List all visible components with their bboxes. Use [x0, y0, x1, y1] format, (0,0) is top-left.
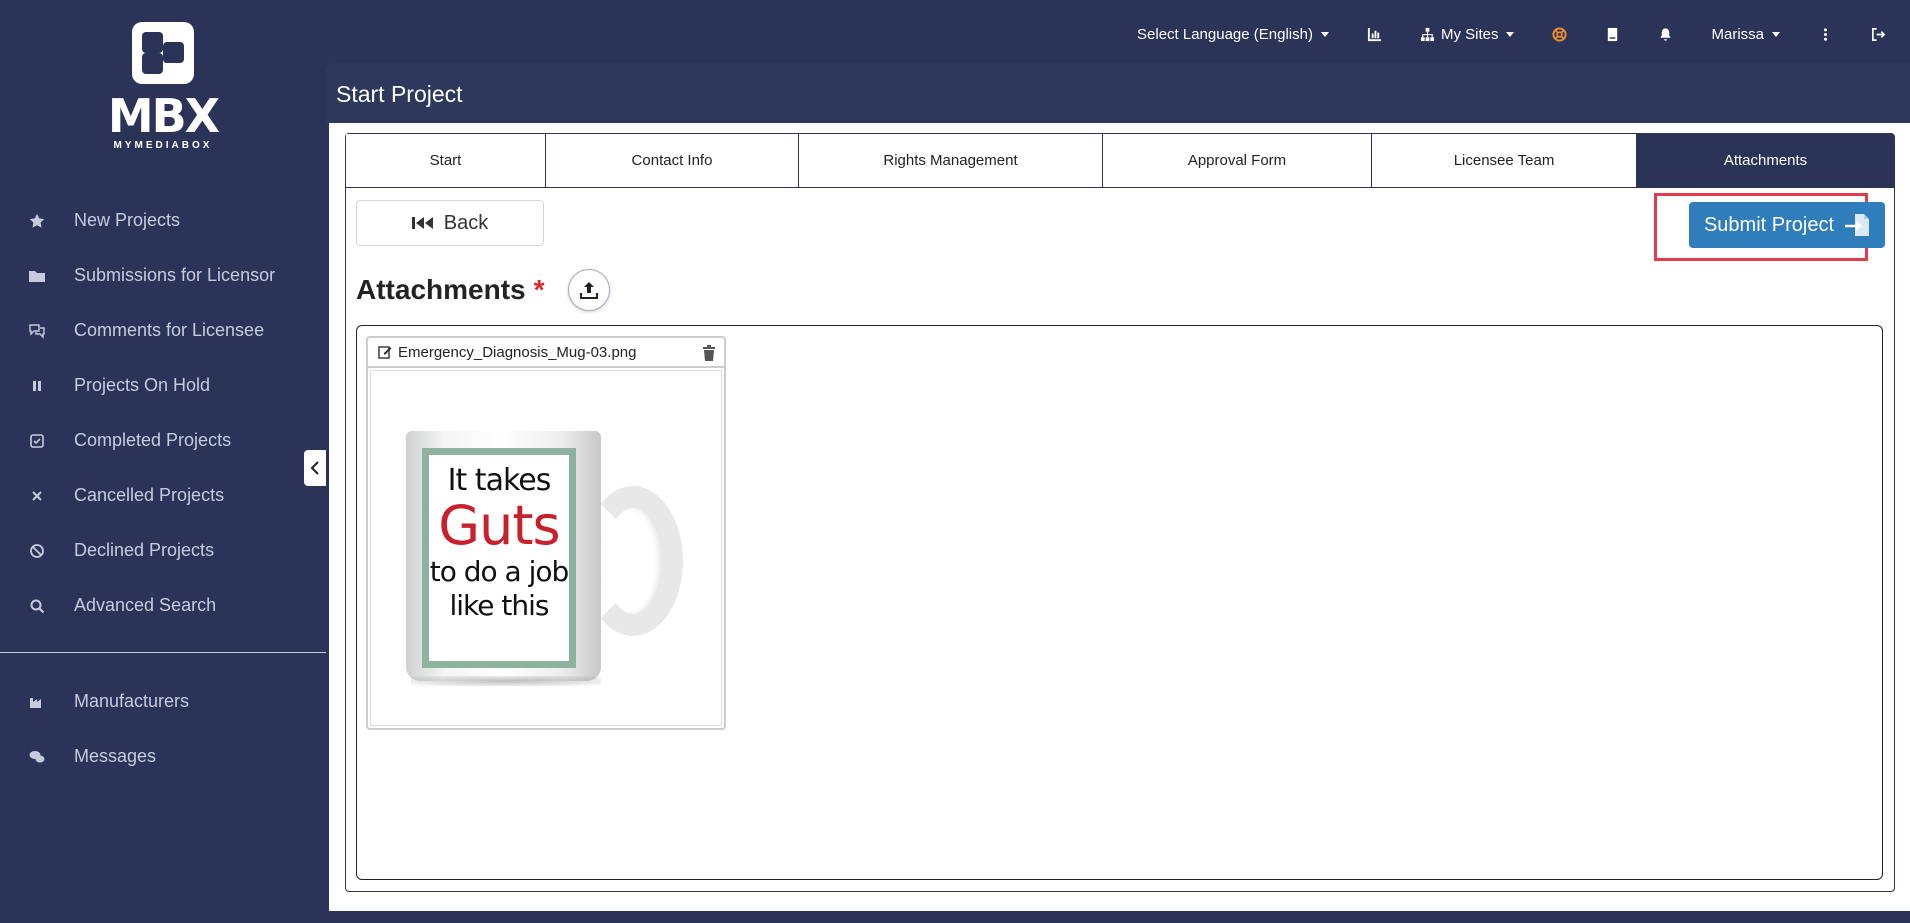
ban-icon [28, 542, 46, 560]
submit-button-label: Submit Project [1703, 213, 1835, 236]
sidebar-item-manufacturers[interactable]: Manufacturers [0, 674, 326, 729]
attachments-title: Attachments [356, 274, 526, 305]
mug-label: It takes Guts to do a job like this [422, 448, 576, 668]
sidebar-item-advanced-search[interactable]: Advanced Search [0, 578, 326, 633]
back-button[interactable]: Back [356, 200, 544, 246]
sidebar-item-label: Submissions for Licensor [74, 265, 276, 285]
my-sites-label: My Sites [1440, 25, 1499, 43]
attachment-filename[interactable]: Emergency_Diagnosis_Mug-03.png [398, 344, 636, 361]
page-title: Start Project [336, 81, 463, 107]
attachments-dropzone[interactable]: Emergency_Diagnosis_Mug-03.png It takes … [356, 325, 1883, 880]
life-ring-icon [1552, 26, 1568, 42]
backward-icon [411, 217, 433, 229]
sidebar-item-label: Projects On Hold [74, 375, 211, 395]
sidebar-item-messages[interactable]: Messages [0, 729, 326, 784]
tab-approval-form[interactable]: Approval Form [1103, 134, 1372, 188]
sidebar-item-label: Declined Projects [74, 540, 215, 560]
sidebar-item-new-projects[interactable]: New Projects [0, 193, 326, 248]
sidebar-item-submissions-for-licensor[interactable]: Submissions for Licensor [0, 248, 326, 303]
top-bar: Select Language (English) My Sites Maris… [326, 0, 1910, 68]
industry-icon [28, 693, 46, 711]
file-export-icon [1845, 214, 1870, 236]
mug-text-line-3: to do a job [429, 555, 570, 588]
attachment-preview-image[interactable]: It takes Guts to do a job like this [370, 370, 722, 726]
guide-button[interactable] [1605, 27, 1620, 42]
upload-button[interactable] [568, 269, 610, 311]
chart-icon [1367, 27, 1382, 41]
attachments-heading: Attachments * [356, 274, 545, 306]
logout-icon [1872, 27, 1886, 41]
tab-licensee-team[interactable]: Licensee Team [1372, 134, 1637, 188]
sidebar-item-label: Messages [74, 746, 157, 766]
attachment-card: Emergency_Diagnosis_Mug-03.png It takes … [366, 336, 726, 730]
mug-text-line-1: It takes [447, 463, 552, 498]
my-sites-menu[interactable]: My Sites [1420, 26, 1515, 43]
main-content: Start Contact Info Rights Management App… [329, 123, 1910, 911]
submit-highlight: Submit Project [1654, 193, 1885, 261]
messages-icon [28, 748, 46, 766]
tab-contact-info[interactable]: Contact Info [546, 134, 799, 188]
more-options-button[interactable] [1818, 27, 1833, 42]
mug-text-line-2: Guts [438, 494, 560, 557]
attachment-header: Emergency_Diagnosis_Mug-03.png [368, 338, 724, 368]
caret-down-icon [1772, 31, 1780, 37]
required-marker: * [533, 274, 545, 305]
logo-mark-icon [132, 22, 194, 84]
sidebar-item-completed-projects[interactable]: Completed Projects [0, 413, 326, 468]
logo-tagline: MYMEDIABOX [113, 140, 213, 151]
sidebar-item-label: New Projects [74, 210, 181, 230]
sitemap-icon [1420, 27, 1435, 41]
mug-shadow [411, 676, 601, 686]
sidebar: MBX MYMEDIABOX New Projects Submissions … [0, 0, 326, 923]
star-icon [28, 212, 46, 230]
sidebar-nav: New Projects Submissions for Licensor Co… [0, 193, 326, 633]
sidebar-item-label: Cancelled Projects [74, 485, 225, 505]
trash-icon[interactable] [702, 345, 716, 361]
sidebar-item-declined-projects[interactable]: Declined Projects [0, 523, 326, 578]
book-icon [1608, 27, 1618, 41]
language-selector[interactable]: Select Language (English) [1137, 26, 1329, 43]
notifications-button[interactable] [1658, 27, 1673, 42]
submit-project-button[interactable]: Submit Project [1689, 202, 1885, 248]
page-header: Start Project [326, 63, 1910, 123]
logo[interactable]: MBX MYMEDIABOX [0, 22, 326, 151]
bell-icon [1660, 27, 1672, 41]
mug-text-line-4: like this [449, 589, 550, 622]
folder-icon [28, 267, 46, 285]
project-tabs: Start Contact Info Rights Management App… [346, 134, 1894, 188]
pause-icon [28, 377, 46, 395]
sidebar-item-comments-for-licensee[interactable]: Comments for Licensee [0, 303, 326, 358]
sidebar-divider [0, 652, 326, 653]
user-menu[interactable]: Marissa [1711, 26, 1780, 43]
caret-down-icon [1320, 31, 1329, 37]
sidebar-collapse-button[interactable] [304, 450, 326, 486]
tab-attachments[interactable]: Attachments [1637, 134, 1894, 188]
sidebar-item-label: Manufacturers [74, 691, 190, 711]
language-selector-label: Select Language (English) [1137, 25, 1313, 43]
tab-start[interactable]: Start [346, 134, 546, 188]
back-button-label: Back [443, 211, 489, 234]
chevron-left-icon [310, 461, 319, 475]
support-button[interactable] [1552, 26, 1568, 42]
sidebar-item-label: Advanced Search [74, 595, 217, 615]
tab-rights-management[interactable]: Rights Management [799, 134, 1103, 188]
project-form-card: Start Contact Info Rights Management App… [345, 133, 1895, 892]
sidebar-item-projects-on-hold[interactable]: Projects On Hold [0, 358, 326, 413]
logout-button[interactable] [1871, 27, 1886, 42]
user-name: Marissa [1711, 25, 1764, 43]
comments-icon [28, 322, 46, 340]
sidebar-item-label: Comments for Licensee [74, 320, 265, 340]
search-icon [28, 597, 46, 615]
x-icon [28, 487, 46, 505]
sidebar-item-label: Completed Projects [74, 430, 232, 450]
sidebar-secondary-nav: Manufacturers Messages [0, 674, 326, 784]
kebab-icon [1824, 27, 1827, 41]
logo-text: MBX [107, 89, 220, 143]
check-square-icon [28, 432, 46, 450]
edit-icon[interactable] [378, 345, 392, 359]
sidebar-item-cancelled-projects[interactable]: Cancelled Projects [0, 468, 326, 523]
upload-icon [580, 282, 598, 299]
reports-button[interactable] [1367, 27, 1382, 42]
caret-down-icon [1506, 31, 1515, 37]
